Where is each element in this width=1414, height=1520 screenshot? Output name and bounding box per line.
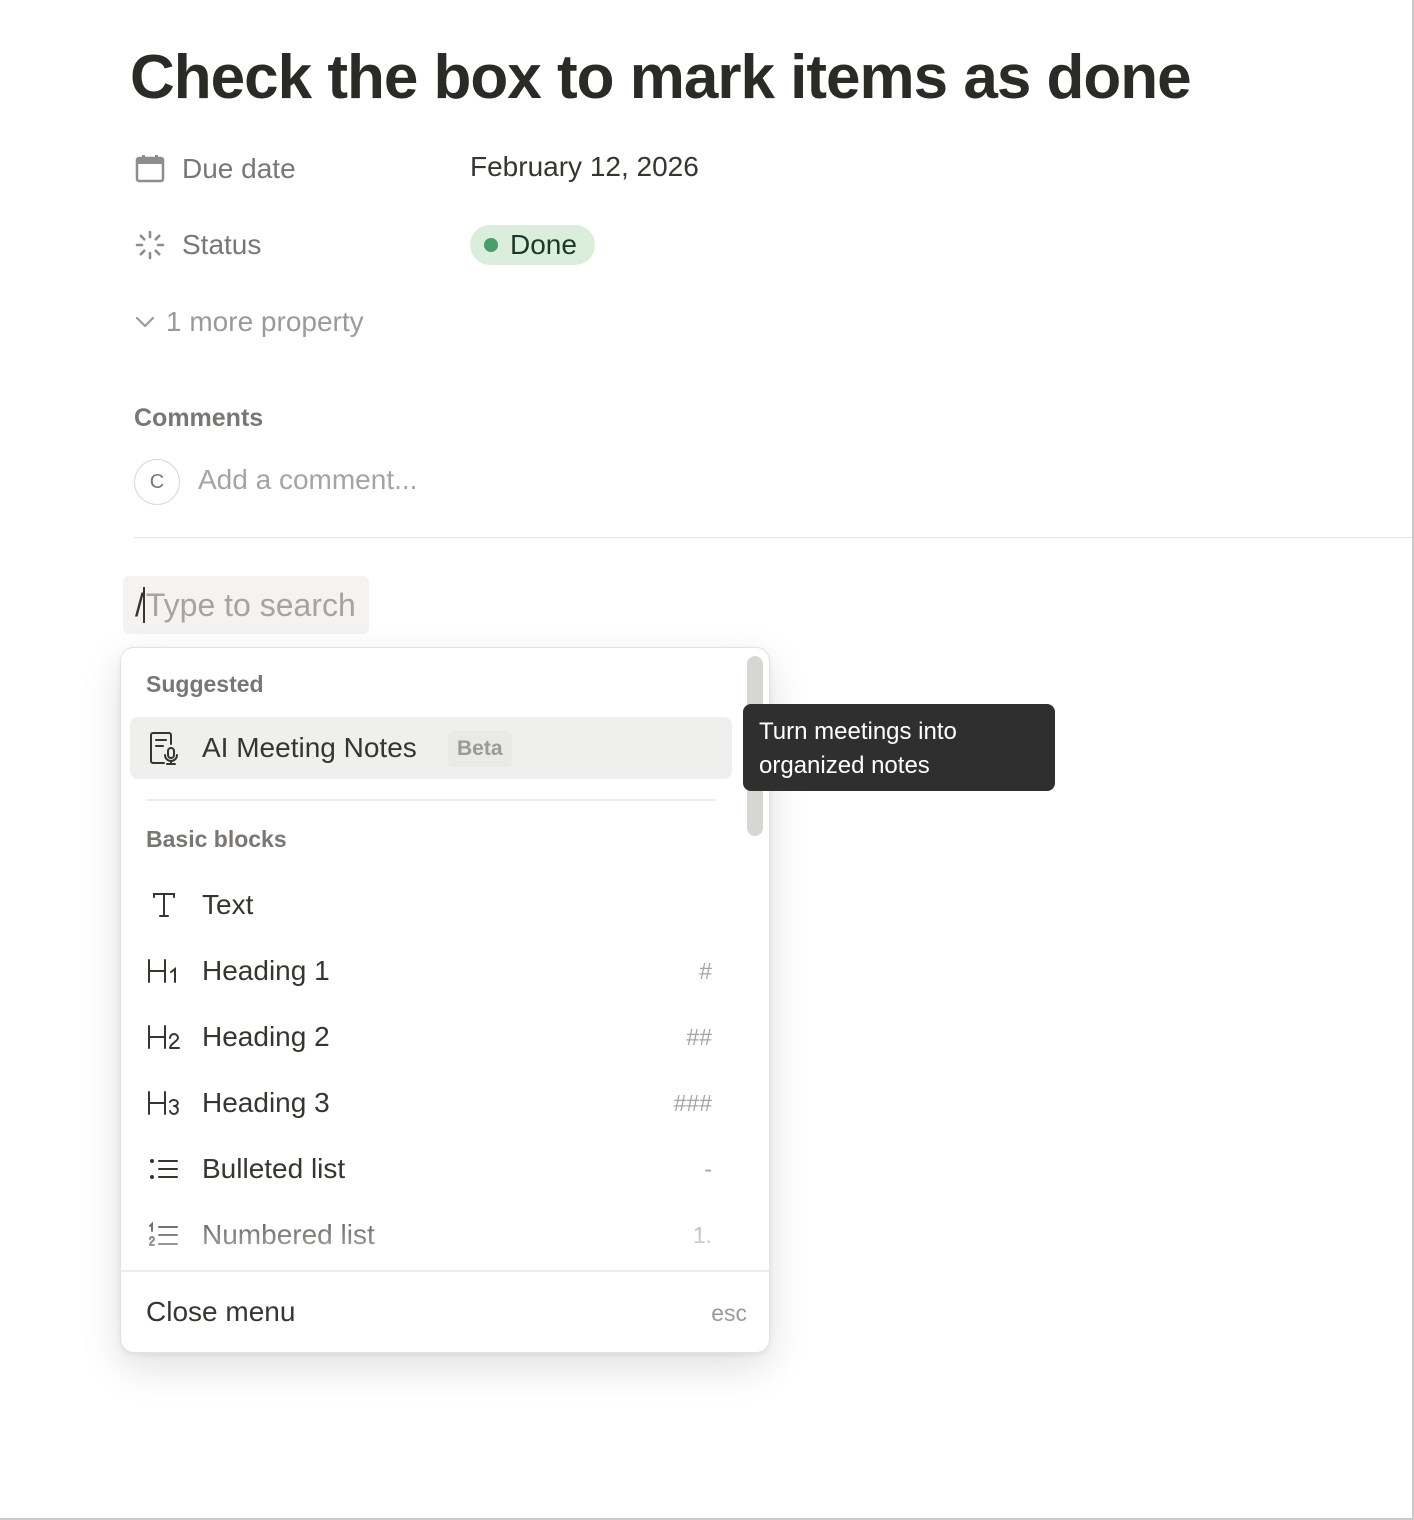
more-properties-toggle[interactable]: 1 more property bbox=[134, 302, 364, 342]
block-menu: Suggested AI Meeting Notes Beta Basic bl… bbox=[120, 647, 770, 1353]
menu-item-heading-1[interactable]: Heading 1 # bbox=[130, 940, 732, 1002]
menu-item-bulleted-list[interactable]: Bulleted list - bbox=[130, 1138, 732, 1200]
menu-item-label: Bulleted list bbox=[202, 1153, 346, 1184]
section-label-suggested: Suggested bbox=[146, 671, 264, 697]
status-value: Done bbox=[510, 229, 577, 260]
page-title[interactable]: Check the box to mark items as done bbox=[130, 42, 1192, 113]
menu-item-ai-meeting-notes[interactable]: AI Meeting Notes Beta bbox=[130, 717, 732, 779]
property-name: Status bbox=[182, 229, 262, 260]
heading-3-icon bbox=[144, 1084, 184, 1122]
close-menu-button[interactable]: Close menu esc bbox=[121, 1270, 769, 1352]
bulleted-list-icon bbox=[144, 1150, 184, 1188]
close-menu-label: Close menu bbox=[146, 1296, 296, 1327]
menu-item-numbered-list[interactable]: Numbered list 1. bbox=[130, 1204, 732, 1266]
meeting-notes-icon bbox=[144, 729, 184, 767]
menu-item-label: Numbered list bbox=[202, 1219, 375, 1250]
menu-item-shortcut: - bbox=[704, 1155, 712, 1182]
menu-item-shortcut: 1. bbox=[692, 1221, 712, 1248]
numbered-list-icon bbox=[144, 1216, 184, 1254]
slash-command-input[interactable]: / Type to search bbox=[123, 576, 369, 634]
menu-item-shortcut: ### bbox=[673, 1089, 712, 1116]
text-caret bbox=[142, 587, 145, 623]
text-icon bbox=[144, 886, 184, 924]
menu-scroll-area: Suggested AI Meeting Notes Beta Basic bl… bbox=[121, 648, 769, 1270]
menu-divider bbox=[146, 799, 716, 801]
menu-item-shortcut: ## bbox=[686, 1023, 712, 1050]
menu-item-label: Heading 2 bbox=[202, 1021, 330, 1052]
divider bbox=[134, 537, 1412, 538]
menu-item-label: AI Meeting Notes bbox=[202, 732, 417, 763]
close-menu-shortcut: esc bbox=[711, 1300, 747, 1326]
property-due-date[interactable]: Due date February 12, 2026 bbox=[134, 149, 699, 189]
more-properties-label: 1 more property bbox=[166, 306, 364, 337]
status-badge[interactable]: Done bbox=[470, 225, 595, 265]
slash-placeholder: Type to search bbox=[145, 586, 356, 623]
avatar: C bbox=[134, 459, 180, 505]
heading-1-icon bbox=[144, 952, 184, 990]
menu-item-heading-2[interactable]: Heading 2 ## bbox=[130, 1006, 732, 1068]
menu-item-label: Heading 1 bbox=[202, 955, 330, 986]
due-date-value[interactable]: February 12, 2026 bbox=[470, 151, 699, 183]
calendar-icon bbox=[134, 153, 166, 185]
status-icon bbox=[134, 229, 166, 261]
menu-item-shortcut: # bbox=[699, 957, 712, 984]
chevron-down-icon bbox=[135, 316, 155, 328]
section-label-basic-blocks: Basic blocks bbox=[146, 826, 287, 852]
property-name: Due date bbox=[182, 153, 296, 184]
status-dot bbox=[484, 238, 498, 252]
menu-item-label: Heading 3 bbox=[202, 1087, 330, 1118]
beta-badge: Beta bbox=[448, 731, 512, 767]
tooltip: Turn meetings into organized notes bbox=[743, 704, 1055, 791]
menu-item-label: Text bbox=[202, 889, 254, 920]
heading-2-icon bbox=[144, 1018, 184, 1056]
comment-input[interactable]: Add a comment... bbox=[198, 464, 417, 496]
property-status[interactable]: Status Done bbox=[134, 225, 595, 265]
menu-item-heading-3[interactable]: Heading 3 ### bbox=[130, 1072, 732, 1134]
menu-item-text[interactable]: Text bbox=[130, 874, 732, 936]
comments-heading: Comments bbox=[134, 404, 264, 432]
